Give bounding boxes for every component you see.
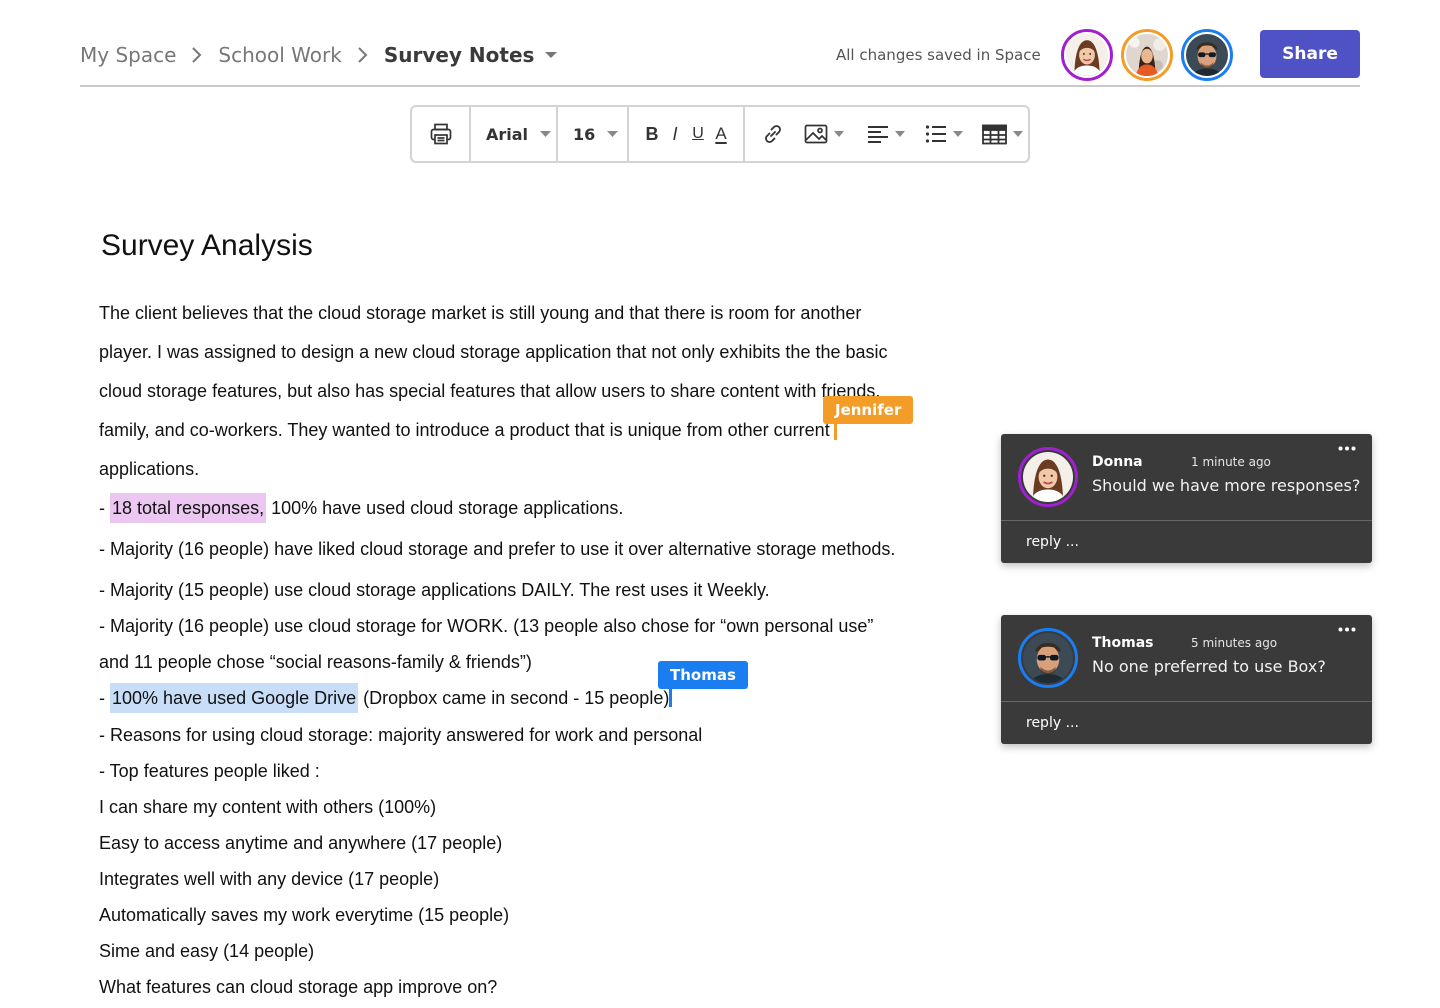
bullet-line: - 100% have used Google Drive (Dropbox c… xyxy=(99,683,669,713)
feature-line: Integrates well with any device (17 peop… xyxy=(99,869,440,889)
bullet-line: - Majority (15 people) use cloud storage… xyxy=(99,580,770,600)
caret-down-icon xyxy=(607,131,619,137)
paragraph-line: family, and co-workers. They wanted to i… xyxy=(99,420,830,440)
comment-author: Donna xyxy=(1092,454,1143,470)
avatar-jennifer[interactable] xyxy=(1121,29,1173,81)
link-icon[interactable] xyxy=(760,114,786,154)
insert-group xyxy=(745,107,1028,161)
bullet-text: (Dropbox came in second - 15 people) xyxy=(358,688,670,708)
chevron-right-icon xyxy=(184,40,210,70)
avatar-thomas[interactable] xyxy=(1181,29,1233,81)
bullet-line: and 11 people chose “social reasons-fami… xyxy=(99,652,532,672)
comment-text: No one preferred to use Box? xyxy=(1092,657,1326,676)
formatting-toolbar: Arial 16 B I U A xyxy=(410,105,1030,163)
header-divider xyxy=(80,85,1360,87)
breadcrumb-my-space[interactable]: My Space xyxy=(80,43,176,67)
text-format-group: B I U A xyxy=(629,107,745,161)
avatar-donna[interactable] xyxy=(1061,29,1113,81)
bullet-line: - Majority (16 people) use cloud storage… xyxy=(99,616,874,636)
breadcrumb-school-work[interactable]: School Work xyxy=(218,43,341,67)
caret-down-icon xyxy=(540,131,552,137)
save-status: All changes saved in Space xyxy=(836,46,1041,64)
more-dots-icon[interactable] xyxy=(1336,440,1358,456)
bullet-line: - 18 total responses, 100% have used clo… xyxy=(99,493,623,523)
bullet-prefix: - xyxy=(99,688,110,708)
comment-timestamp: 1 minute ago xyxy=(1191,455,1271,469)
feature-line: I can share my content with others (100%… xyxy=(99,797,437,817)
cursor-label-thomas: Thomas xyxy=(658,661,748,689)
underline-button[interactable]: U xyxy=(687,114,709,154)
caret-down-icon[interactable] xyxy=(540,40,562,70)
comment-divider xyxy=(1001,520,1372,521)
share-button[interactable]: Share xyxy=(1260,30,1360,78)
comment-divider xyxy=(1001,701,1372,702)
print-group xyxy=(412,107,471,161)
bullet-text: 100% have used cloud storage application… xyxy=(266,498,624,518)
font-size-select[interactable]: 16 xyxy=(558,107,629,161)
font-size-value: 16 xyxy=(573,124,596,144)
more-dots-icon[interactable] xyxy=(1336,621,1358,637)
feature-line: Automatically saves my work everytime (1… xyxy=(99,905,510,925)
bullet-list-icon[interactable] xyxy=(922,114,966,154)
breadcrumb: My Space School Work Survey Notes xyxy=(80,40,562,70)
comment-text: Should we have more responses? xyxy=(1092,476,1361,495)
italic-button[interactable]: I xyxy=(664,114,686,154)
bold-button[interactable]: B xyxy=(641,114,663,154)
comment-avatar-donna xyxy=(1018,447,1078,507)
bullet-line: - Top features people liked : xyxy=(99,761,320,781)
comment-author: Thomas xyxy=(1092,635,1154,651)
paragraph-line: applications. xyxy=(99,459,200,479)
breadcrumb-survey-notes[interactable]: Survey Notes xyxy=(384,43,535,67)
text-cursor-jennifer xyxy=(834,420,837,440)
comment-card[interactable]: Donna 1 minute ago Should we have more r… xyxy=(1001,434,1372,563)
bullet-prefix: - xyxy=(99,498,110,518)
font-family-select[interactable]: Arial xyxy=(471,107,558,161)
align-left-icon[interactable] xyxy=(864,114,908,154)
table-icon[interactable] xyxy=(980,114,1024,154)
text-color-button[interactable]: A xyxy=(710,114,732,154)
paragraph-line: player. I was assigned to design a new c… xyxy=(99,342,888,362)
bullet-line: - Reasons for using cloud storage: major… xyxy=(99,725,703,745)
reply-input[interactable]: reply ... xyxy=(1026,715,1079,731)
bullet-line: - Majority (16 people) have liked cloud … xyxy=(99,539,896,559)
document-title[interactable]: Survey Analysis xyxy=(101,226,313,266)
printer-icon[interactable] xyxy=(429,114,453,154)
chevron-right-icon xyxy=(350,40,376,70)
font-family-value: Arial xyxy=(486,124,529,144)
comment-avatar-thomas xyxy=(1018,628,1078,688)
image-icon[interactable] xyxy=(802,114,846,154)
feature-line: What features can cloud storage app impr… xyxy=(99,977,498,997)
paragraph-line: cloud storage features, but also has spe… xyxy=(99,381,881,401)
highlighted-text-thomas[interactable]: 100% have used Google Drive xyxy=(110,683,359,713)
highlighted-text-donna[interactable]: 18 total responses, xyxy=(110,493,267,523)
reply-input[interactable]: reply ... xyxy=(1026,534,1079,550)
feature-line: Easy to access anytime and anywhere (17 … xyxy=(99,833,503,853)
paragraph-line: The client believes that the cloud stora… xyxy=(99,303,862,323)
feature-line: Sime and easy (14 people) xyxy=(99,941,315,961)
comment-card[interactable]: Thomas 5 minutes ago No one preferred to… xyxy=(1001,615,1372,744)
text-cursor-thomas xyxy=(669,687,672,707)
comment-timestamp: 5 minutes ago xyxy=(1191,636,1278,650)
